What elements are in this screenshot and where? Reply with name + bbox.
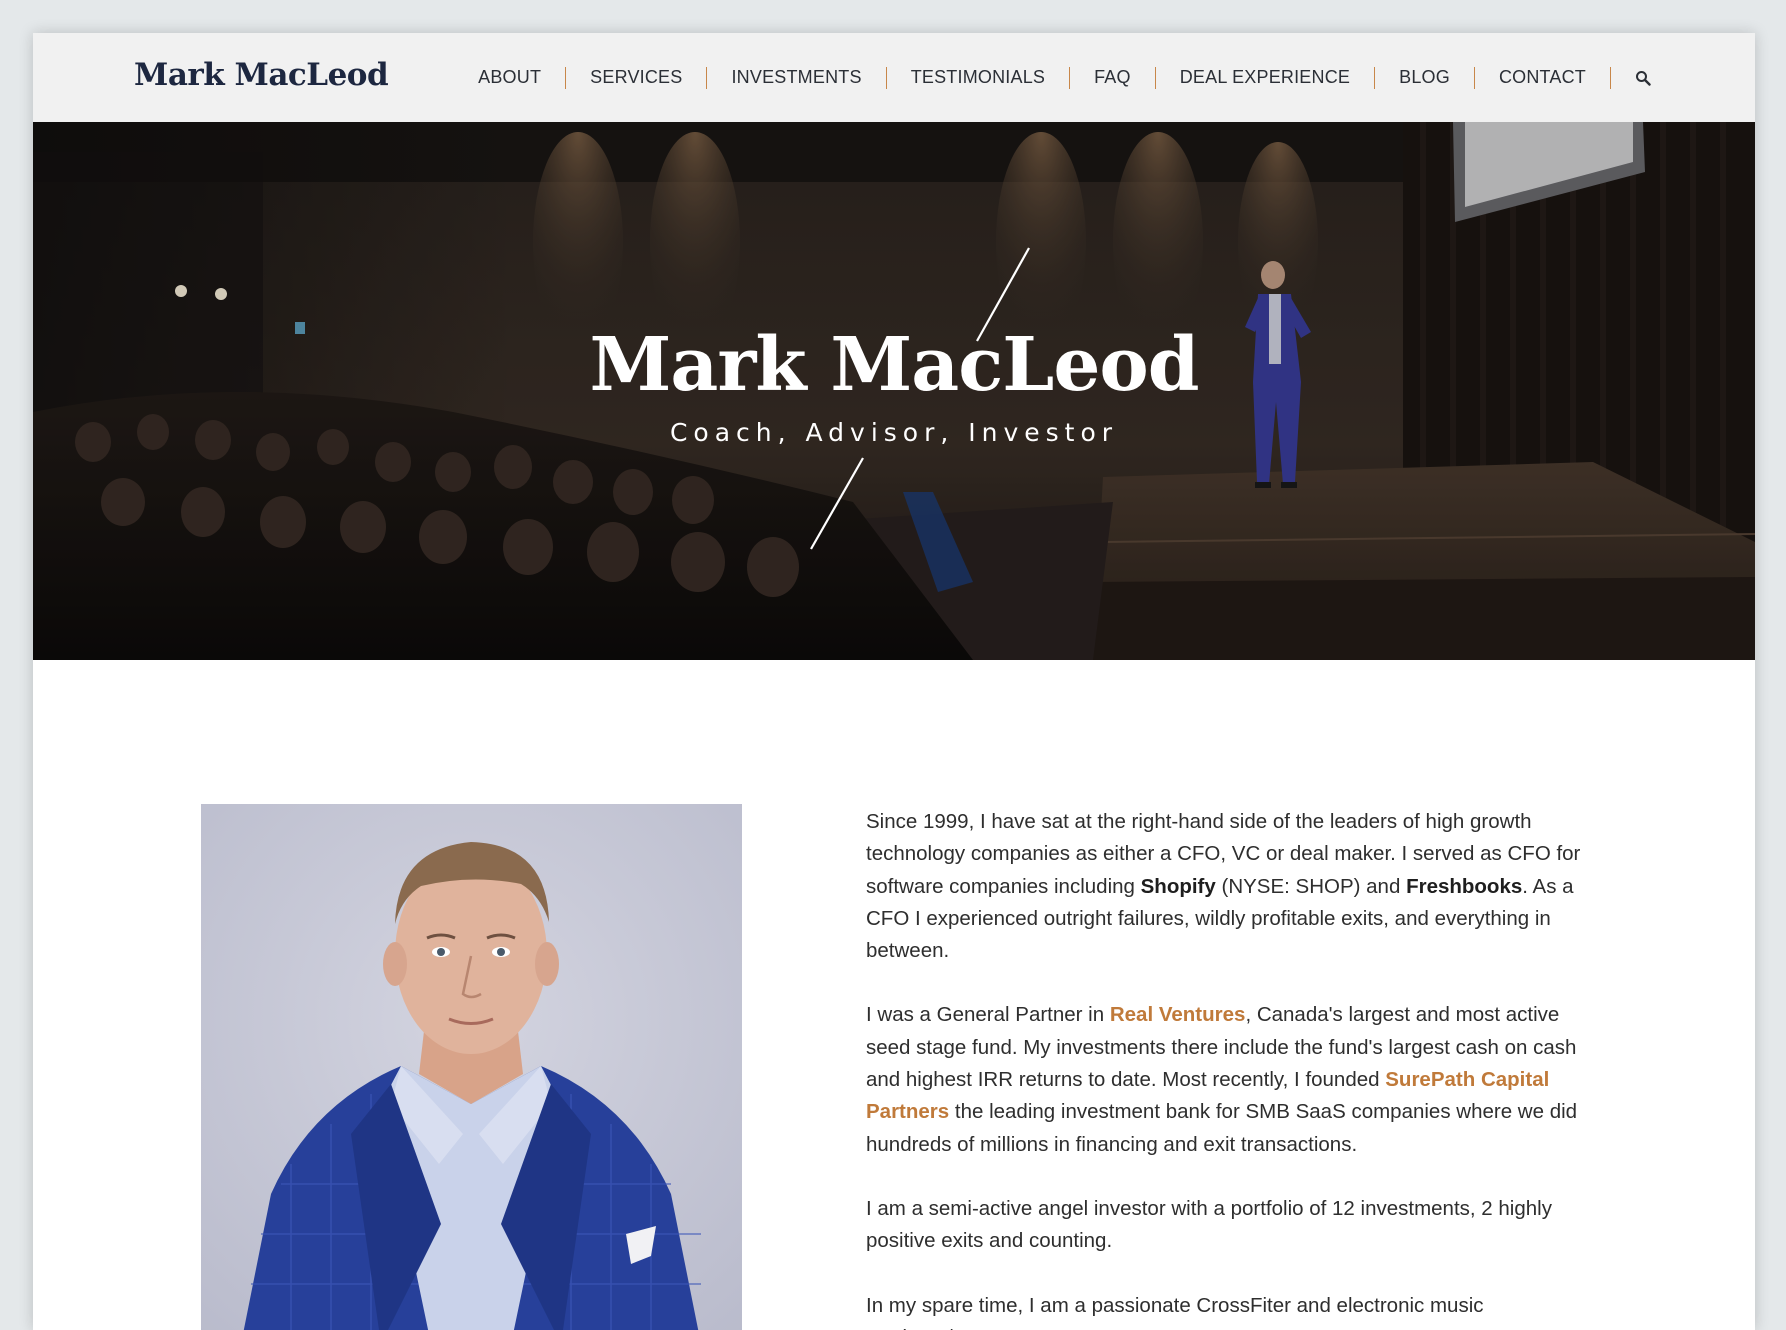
bio-paragraph-vc: I was a General Partner in Real Ventures… [866,999,1586,1160]
bio-paragraph-cfo: Since 1999, I have sat at the right-hand… [866,806,1586,967]
nav-item-contact[interactable]: CONTACT [1475,67,1610,88]
hero-banner: Mark MacLeod Coach, Advisor, Investor [33,122,1755,660]
bio-paragraph-hobbies: In my spare time, I am a passionate Cros… [866,1293,1484,1330]
site-header: Mark MacLeod ABOUT SERVICES INVESTMENTS … [33,33,1755,122]
bio-paragraph-angel: I am a semi-active angel investor with a… [866,1196,1552,1253]
bio-text-span: I was a General Partner in [866,1003,1110,1027]
site-logo[interactable]: Mark MacLeod [134,57,389,93]
bio-text-span: (NYSE: SHOP) and [1215,874,1407,898]
hero-subtitle: Coach, Advisor, Investor [669,418,1119,447]
browser-page: Mark MacLeod ABOUT SERVICES INVESTMENTS … [33,33,1755,1330]
portrait-photo [201,804,742,1330]
main-nav: ABOUT SERVICES INVESTMENTS TESTIMONIALS … [454,33,1651,122]
nav-item-services[interactable]: SERVICES [566,67,706,88]
nav-item-blog[interactable]: BLOG [1375,67,1474,88]
about-section: Since 1999, I have sat at the right-hand… [33,660,1755,1330]
freshbooks-mention: Freshbooks [1406,874,1523,898]
shopify-mention: Shopify [1140,874,1216,898]
hero-title: Mark MacLeod [589,322,1199,408]
search-icon [1636,70,1651,86]
nav-item-deal-experience[interactable]: DEAL EXPERIENCE [1156,67,1374,88]
nav-item-about[interactable]: ABOUT [454,67,565,88]
bio-text: Since 1999, I have sat at the right-hand… [866,806,1586,1330]
real-ventures-link[interactable]: Real Ventures [1110,1003,1246,1026]
nav-item-testimonials[interactable]: TESTIMONIALS [887,67,1069,88]
portrait-image [201,804,742,1330]
nav-item-investments[interactable]: INVESTMENTS [707,67,885,88]
nav-item-faq[interactable]: FAQ [1070,67,1155,88]
search-button[interactable] [1611,70,1651,86]
bio-text-span: the leading investment bank for SMB SaaS… [866,1100,1578,1156]
